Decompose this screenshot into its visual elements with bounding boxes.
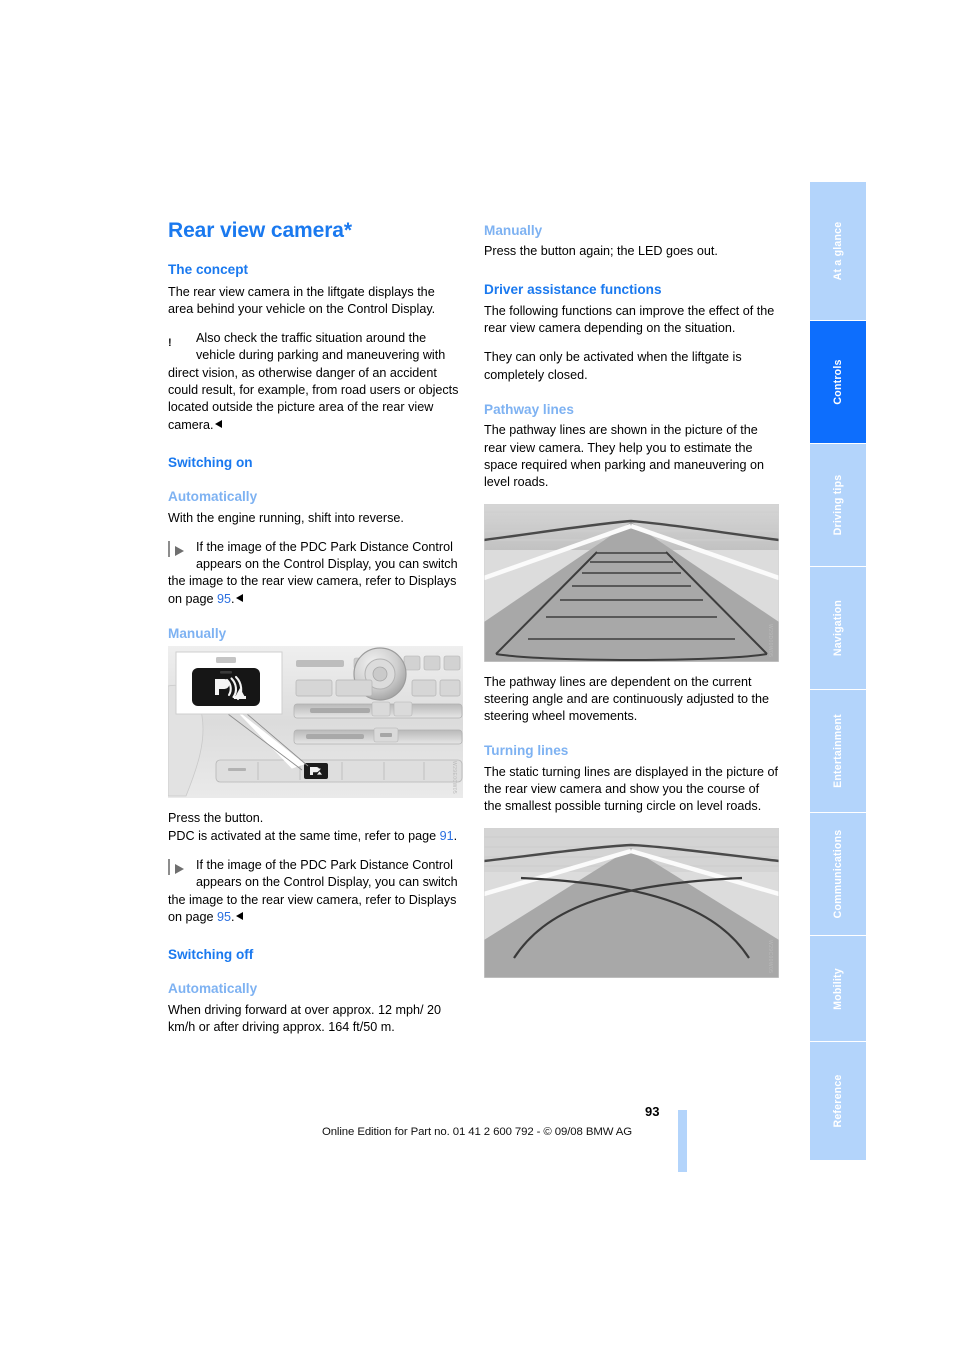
page-footer: Online Edition for Part no. 01 41 2 600 … — [0, 1126, 954, 1138]
heading-switching-on-automatically: Automatically — [168, 489, 258, 505]
heading-the-concept: The concept — [168, 262, 249, 278]
switching-off-automatically-paragraph: When driving forward at over approx. 12 … — [168, 1002, 442, 1035]
heading-switching-off-automatically: Automatically — [168, 981, 258, 997]
note-text-part2: . — [231, 909, 235, 924]
note-text-part1: If the image of the PDC Park Distance Co… — [168, 857, 458, 924]
tab-mobility[interactable]: Mobility — [810, 936, 866, 1041]
warning-note-text: Also check the traffic situation around … — [168, 331, 459, 432]
switching-on-manually-note: If the image of the PDC Park Distance Co… — [168, 857, 463, 926]
page-title: Rear view camera* — [168, 219, 352, 242]
tab-label: Communications — [832, 829, 844, 919]
tab-label: Entertainment — [832, 714, 844, 788]
tab-controls[interactable]: Controls — [810, 321, 866, 443]
warning-triangle-icon — [168, 332, 189, 353]
section-tab-strip: At a glance Controls Driving tips Naviga… — [810, 182, 866, 1161]
press-button-line: Press the button. — [168, 811, 264, 826]
pdc-activated-text: PDC is activated at the same time, refer… — [168, 828, 440, 843]
tab-label: Driving tips — [832, 474, 844, 536]
switching-off-manually-paragraph: Press the button again; the LED goes out… — [484, 244, 718, 259]
heading-switching-off-manually: Manually — [484, 223, 543, 238]
right-column: Manually Press the button again; the LED… — [484, 222, 779, 990]
driver-assistance-paragraph-1: The following functions can improve the … — [484, 303, 775, 336]
figure-turning-lines: W29C00W05 — [484, 827, 779, 978]
heading-turning-lines: Turning lines — [484, 743, 569, 759]
end-of-note-marker — [235, 593, 243, 602]
page-reference-link[interactable]: 95 — [217, 592, 231, 606]
page-number-bar — [678, 1110, 687, 1172]
tab-label: Mobility — [832, 967, 844, 1010]
turning-lines-paragraph: The static turning lines are displayed i… — [484, 764, 779, 814]
heading-driver-assistance-functions: Driver assistance functions — [484, 281, 662, 297]
tab-at-a-glance[interactable]: At a glance — [810, 182, 866, 320]
heading-pathway-lines: Pathway lines — [484, 402, 574, 418]
page-number: 93 — [645, 1104, 660, 1119]
play-triangle-icon — [168, 858, 189, 880]
heading-switching-on-manually: Manually — [168, 626, 227, 642]
heading-switching-on: Switching on — [168, 454, 253, 470]
footer-text: Online Edition for Part no. 01 41 2 600 … — [321, 1126, 633, 1138]
left-column: Rear view camera* The concept The rear v… — [168, 219, 463, 1048]
figure-center-console-pdc-button: W29E00W05 — [168, 646, 463, 799]
heading-switching-off: Switching off — [168, 947, 254, 963]
page-reference-link[interactable]: 91 — [440, 829, 454, 843]
figure-watermark: W29C00W05 — [767, 940, 773, 974]
end-of-note-marker — [214, 419, 222, 428]
pathway-lines-paragraph-1: The pathway lines are shown in the pictu… — [484, 423, 765, 490]
driver-assistance-paragraph-2: They can only be activated when the lift… — [484, 350, 742, 382]
pdc-activated-line: PDC is activated at the same time, refer… — [168, 828, 463, 845]
concept-paragraph: The rear view camera in the liftgate dis… — [168, 284, 436, 316]
tab-entertainment[interactable]: Entertainment — [810, 690, 866, 812]
manual-page: Rear view camera* The concept The rear v… — [0, 0, 954, 1350]
tab-navigation[interactable]: Navigation — [810, 567, 866, 689]
end-of-note-marker — [235, 911, 243, 920]
tab-label: Reference — [832, 1074, 844, 1128]
tab-label: Controls — [832, 359, 844, 405]
note-text-part1: If the image of the PDC Park Distance Co… — [168, 539, 458, 606]
page-reference-link[interactable]: 95 — [217, 910, 231, 924]
tab-driving-tips[interactable]: Driving tips — [810, 444, 866, 566]
figure-pathway-lines: W29D00W05 — [484, 503, 779, 662]
note-text-part2: . — [231, 591, 235, 606]
tab-label: Navigation — [832, 599, 844, 657]
warning-note: Also check the traffic situation around … — [168, 330, 463, 434]
pdc-activated-period: . — [453, 828, 458, 843]
play-triangle-icon — [168, 540, 189, 562]
switching-on-automatically-note: If the image of the PDC Park Distance Co… — [168, 539, 463, 608]
tab-reference[interactable]: Reference — [810, 1042, 866, 1160]
tab-communications[interactable]: Communications — [810, 813, 866, 935]
figure-watermark: W29D00W05 — [767, 624, 773, 658]
switching-on-automatically-paragraph: With the engine running, shift into reve… — [168, 510, 404, 525]
figure-watermark: W29E00W05 — [451, 761, 457, 795]
tab-label: At a glance — [832, 221, 844, 281]
pathway-lines-paragraph-2: The pathway lines are dependent on the c… — [484, 674, 769, 724]
